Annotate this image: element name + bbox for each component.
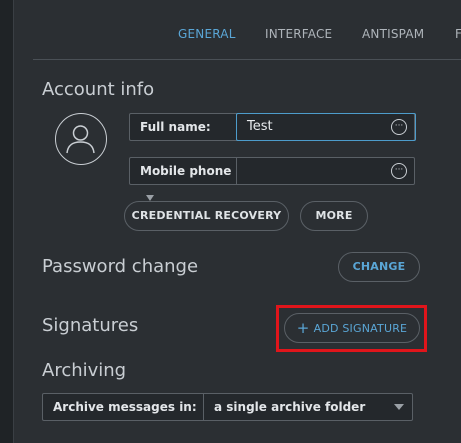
avatar (55, 113, 107, 165)
tab-divider (33, 59, 461, 60)
chevron-down-icon (394, 404, 404, 410)
mobile-phone-input[interactable] (237, 158, 387, 184)
user-icon (66, 125, 95, 154)
archive-select[interactable]: Archive messages in: a single archive fo… (42, 393, 413, 421)
ellipsis-icon[interactable]: ··· (391, 119, 407, 135)
change-password-button[interactable]: CHANGE (338, 252, 420, 282)
full-name-field: Full name: Test ··· (129, 113, 416, 141)
tab-interface[interactable]: INTERFACE (265, 27, 332, 41)
full-name-label: Full name: (130, 114, 237, 140)
mobile-phone-selector[interactable]: Mobile phone (130, 158, 237, 201)
highlight-box (276, 305, 427, 352)
password-change-title: Password change (42, 256, 199, 277)
account-info-title: Account info (42, 79, 155, 100)
credential-recovery-button[interactable]: CREDENTIAL RECOVERY (124, 201, 289, 231)
tab-truncated[interactable]: F (455, 27, 461, 41)
signatures-title: Signatures (42, 315, 139, 336)
more-button[interactable]: MORE (300, 201, 368, 231)
mobile-phone-field: Mobile phone ··· (129, 157, 415, 201)
archive-label: Archive messages in: (43, 394, 204, 420)
ellipsis-icon[interactable]: ··· (391, 163, 407, 179)
full-name-value: Test (247, 119, 273, 134)
archive-value: a single archive folder (214, 400, 366, 414)
tab-general[interactable]: GENERAL (178, 27, 236, 41)
mobile-phone-label: Mobile phone (140, 164, 232, 178)
tab-antispam[interactable]: ANTISPAM (362, 27, 424, 41)
chevron-down-icon (146, 194, 154, 201)
archiving-title: Archiving (42, 360, 127, 381)
